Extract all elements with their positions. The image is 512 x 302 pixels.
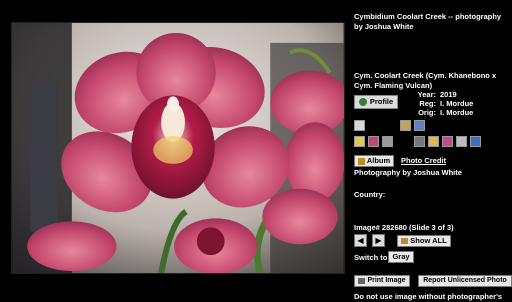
profile-icon xyxy=(358,98,367,106)
switch-to-label: Switch to: xyxy=(354,253,390,262)
slides-icon xyxy=(401,238,409,244)
info-icon[interactable] xyxy=(414,120,425,131)
grid-icon[interactable] xyxy=(354,136,365,147)
show-all-button[interactable]: Show ALL xyxy=(397,235,451,247)
document-icon[interactable] xyxy=(428,136,439,147)
flower-icon[interactable] xyxy=(368,136,379,147)
prev-slide-button[interactable]: ◀ xyxy=(354,234,367,247)
printer-icon xyxy=(358,278,366,284)
photo-pane xyxy=(0,0,348,302)
next-slide-button[interactable]: ▶ xyxy=(372,234,385,247)
photographer-credit: Photography by Joshua White xyxy=(354,168,462,177)
print-image-button[interactable]: Print Image xyxy=(354,275,410,287)
bookmark-icon[interactable] xyxy=(400,120,411,131)
year-value: 2019 xyxy=(440,90,457,99)
orig-label: Orig: xyxy=(418,108,436,117)
plant-name: Cym. Coolart Creek (Cym. Khanebono x Cym… xyxy=(354,71,497,90)
reg-label: Reg: xyxy=(419,99,436,108)
orchid-photo[interactable] xyxy=(11,22,345,274)
photo-credit-link[interactable]: Photo Credit xyxy=(401,156,446,166)
year-label: Year: xyxy=(417,90,436,99)
compare-icon[interactable] xyxy=(414,136,425,147)
photo-title: Cymbidium Coolart Creek -- photography b… xyxy=(354,12,502,31)
gray-button[interactable]: Gray xyxy=(388,251,414,263)
report-unlicensed-button[interactable]: Report Unlicensed Photo xyxy=(418,275,512,287)
profile-button[interactable]: Profile xyxy=(354,95,398,109)
expand-icon[interactable] xyxy=(354,120,365,131)
profile-label: Profile xyxy=(369,97,394,106)
palette-icon[interactable] xyxy=(442,136,453,147)
camera-icon[interactable] xyxy=(382,136,393,147)
reg-value: I. Mordue xyxy=(440,99,474,108)
album-label: Album xyxy=(366,156,391,165)
info-sidebar: Cymbidium Coolart Creek -- photography b… xyxy=(352,0,512,302)
print-label: Print Image xyxy=(367,277,406,284)
registration-meta: Year: 2019 Reg: I. Mordue Orig: I. Mordue xyxy=(406,90,510,117)
album-icon xyxy=(357,157,365,165)
image-number: Image# 282680 (Slide 3 of 3) xyxy=(354,223,454,232)
calendar-icon[interactable] xyxy=(470,136,481,147)
mail-icon[interactable] xyxy=(456,136,467,147)
show-all-label: Show ALL xyxy=(410,236,447,245)
album-button[interactable]: Album xyxy=(354,155,394,167)
orchid-image xyxy=(12,23,344,273)
country-label: Country: xyxy=(354,190,386,199)
usage-notice: Do not use image without photographer's xyxy=(354,292,503,301)
orig-value: I. Mordue xyxy=(440,108,474,117)
